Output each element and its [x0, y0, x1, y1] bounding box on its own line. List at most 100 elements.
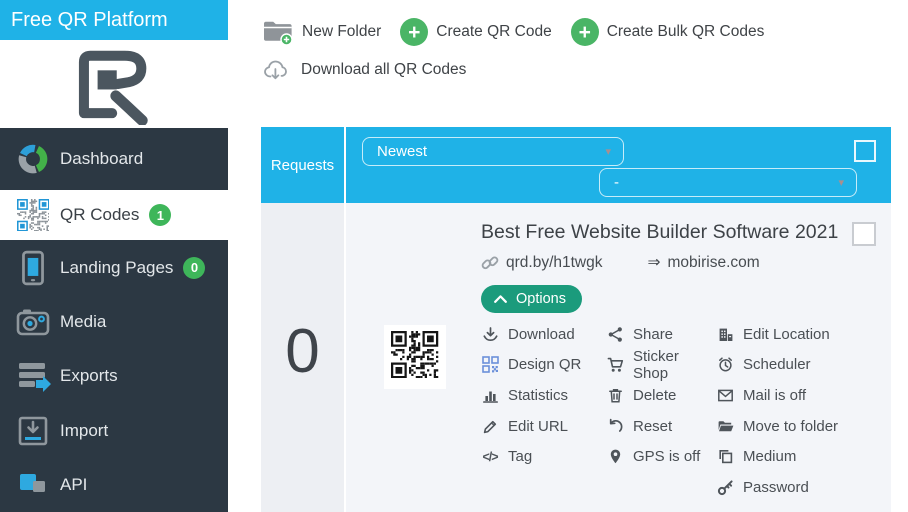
export-list-icon: [14, 357, 52, 395]
sidebar: Free QR Platform Dashboard: [0, 0, 228, 512]
sort-select[interactable]: Newest ▾: [362, 137, 624, 166]
design-qr-icon: [481, 356, 499, 373]
plus-circle-icon: +: [571, 18, 599, 46]
share-nodes-icon: [606, 326, 624, 343]
import-box-icon: [14, 412, 52, 450]
target-url-link[interactable]: mobirise.com: [668, 254, 760, 272]
sort-selected-value: Newest: [377, 143, 427, 160]
requests-column-header: Requests: [261, 127, 344, 203]
sidebar-item-label: Dashboard: [60, 149, 143, 169]
sidebar-item-qr-codes[interactable]: QR Codes 1: [0, 190, 228, 241]
share-action[interactable]: Share: [606, 319, 716, 350]
folder-filter-select[interactable]: - ▾: [599, 168, 857, 197]
qr-r-logo-icon: [68, 43, 160, 125]
sidebar-item-api[interactable]: API: [0, 458, 228, 512]
action-label: GPS is off: [633, 448, 700, 465]
sticker-shop-action[interactable]: Sticker Shop: [606, 350, 716, 381]
sidebar-menu: Dashboard QR Codes 1 Landing Pages 0: [0, 128, 228, 512]
sidebar-item-exports[interactable]: Exports: [0, 349, 228, 403]
create-bulk-qr-codes-button[interactable]: + Create Bulk QR Codes: [571, 18, 765, 46]
landing-pages-count-badge: 0: [183, 257, 205, 279]
panel-body: 0 Best Free Website Builder Software 202…: [261, 203, 891, 512]
qr-thumbnail[interactable]: [384, 325, 446, 389]
sidebar-item-label: Import: [60, 421, 108, 441]
design-qr-action[interactable]: Design QR: [481, 350, 606, 381]
qr-list-panel: Requests Newest ▾ - ▾ 0: [261, 127, 891, 512]
action-label: Password: [743, 479, 809, 496]
actions-column-3: Edit Location Scheduler: [716, 319, 891, 503]
action-label: Delete: [633, 387, 676, 404]
entry-actions: Download Design QR: [481, 319, 891, 503]
short-url-link[interactable]: qrd.by/h1twgk: [506, 254, 603, 272]
error-correction-level-action[interactable]: Medium: [716, 441, 891, 472]
action-label: Move to folder: [743, 418, 838, 435]
sidebar-item-media[interactable]: Media: [0, 295, 228, 349]
password-action[interactable]: Password: [716, 472, 891, 503]
options-toggle-button[interactable]: Options: [481, 285, 582, 313]
mail-toggle-action[interactable]: Mail is off: [716, 380, 891, 411]
entry-links: qrd.by/h1twgk ⇒ mobirise.com: [481, 253, 891, 272]
location-pin-icon: [606, 448, 624, 465]
action-label: Mail is off: [743, 387, 806, 404]
download-all-qr-codes-button[interactable]: Download all QR Codes: [262, 57, 466, 84]
action-label: Statistics: [508, 387, 568, 404]
edit-location-action[interactable]: Edit Location: [716, 319, 891, 350]
qr-codes-count-badge: 1: [149, 204, 171, 226]
pencil-icon: [481, 418, 499, 435]
entry-select-checkbox[interactable]: [852, 222, 876, 246]
action-label: Design QR: [508, 356, 581, 373]
create-qr-code-button[interactable]: + Create QR Code: [400, 18, 551, 46]
alarm-clock-icon: [716, 356, 734, 373]
cart-icon: [606, 356, 624, 373]
reset-action[interactable]: Reset: [606, 411, 716, 442]
action-label: Reset: [633, 418, 672, 435]
scheduler-action[interactable]: Scheduler: [716, 350, 891, 381]
create-bulk-label: Create Bulk QR Codes: [607, 23, 765, 41]
scan-count: 0: [285, 321, 319, 383]
undo-arrow-icon: [606, 418, 624, 435]
move-to-folder-action[interactable]: Move to folder: [716, 411, 891, 442]
delete-action[interactable]: Delete: [606, 380, 716, 411]
code-tag-icon: </>: [481, 448, 499, 465]
entry-title: Best Free Website Builder Software 2021: [481, 221, 891, 244]
trash-icon: [606, 387, 624, 404]
api-puzzle-icon: [14, 466, 52, 504]
edit-url-action[interactable]: Edit URL: [481, 411, 606, 442]
redirect-arrow: ⇒: [648, 253, 661, 272]
envelope-icon: [716, 387, 734, 404]
requests-count-column: 0: [261, 203, 344, 512]
actions-column-1: Download Design QR: [481, 319, 606, 503]
list-controls: Newest ▾ - ▾: [346, 127, 891, 203]
panel-header: Requests Newest ▾ - ▾: [261, 127, 891, 203]
sidebar-item-label: Exports: [60, 366, 118, 386]
action-label: Medium: [743, 448, 796, 465]
building-icon: [716, 326, 734, 343]
folder-plus-icon: [262, 18, 294, 46]
action-label: Tag: [508, 448, 532, 465]
sidebar-item-label: Media: [60, 312, 106, 332]
main-area: New Folder + Create QR Code + Create Bul…: [228, 0, 908, 512]
new-folder-button[interactable]: New Folder: [262, 18, 381, 46]
qr-codes-icon: [14, 196, 52, 234]
qr-platform-app: Free QR Platform Dashboard: [0, 0, 908, 512]
toolbar: New Folder + Create QR Code + Create Bul…: [228, 0, 908, 89]
sidebar-item-dashboard[interactable]: Dashboard: [0, 128, 228, 190]
download-all-label: Download all QR Codes: [301, 61, 466, 79]
statistics-action[interactable]: Statistics: [481, 380, 606, 411]
sidebar-item-import[interactable]: Import: [0, 403, 228, 457]
gps-toggle-action[interactable]: GPS is off: [606, 441, 716, 472]
phone-icon: [14, 249, 52, 287]
camera-icon: [14, 303, 52, 341]
tag-action[interactable]: </> Tag: [481, 441, 606, 472]
download-action[interactable]: Download: [481, 319, 606, 350]
create-qr-label: Create QR Code: [436, 23, 551, 41]
select-all-checkbox[interactable]: [854, 140, 876, 162]
qr-entry-row: Best Free Website Builder Software 2021 …: [346, 203, 891, 512]
options-label: Options: [516, 291, 566, 307]
key-icon: [716, 479, 734, 496]
chain-link-icon: [481, 254, 499, 272]
open-folder-icon: [716, 418, 734, 435]
plus-circle-icon: +: [400, 18, 428, 46]
sidebar-item-label: Landing Pages: [60, 258, 173, 278]
sidebar-item-landing-pages[interactable]: Landing Pages 0: [0, 240, 228, 294]
